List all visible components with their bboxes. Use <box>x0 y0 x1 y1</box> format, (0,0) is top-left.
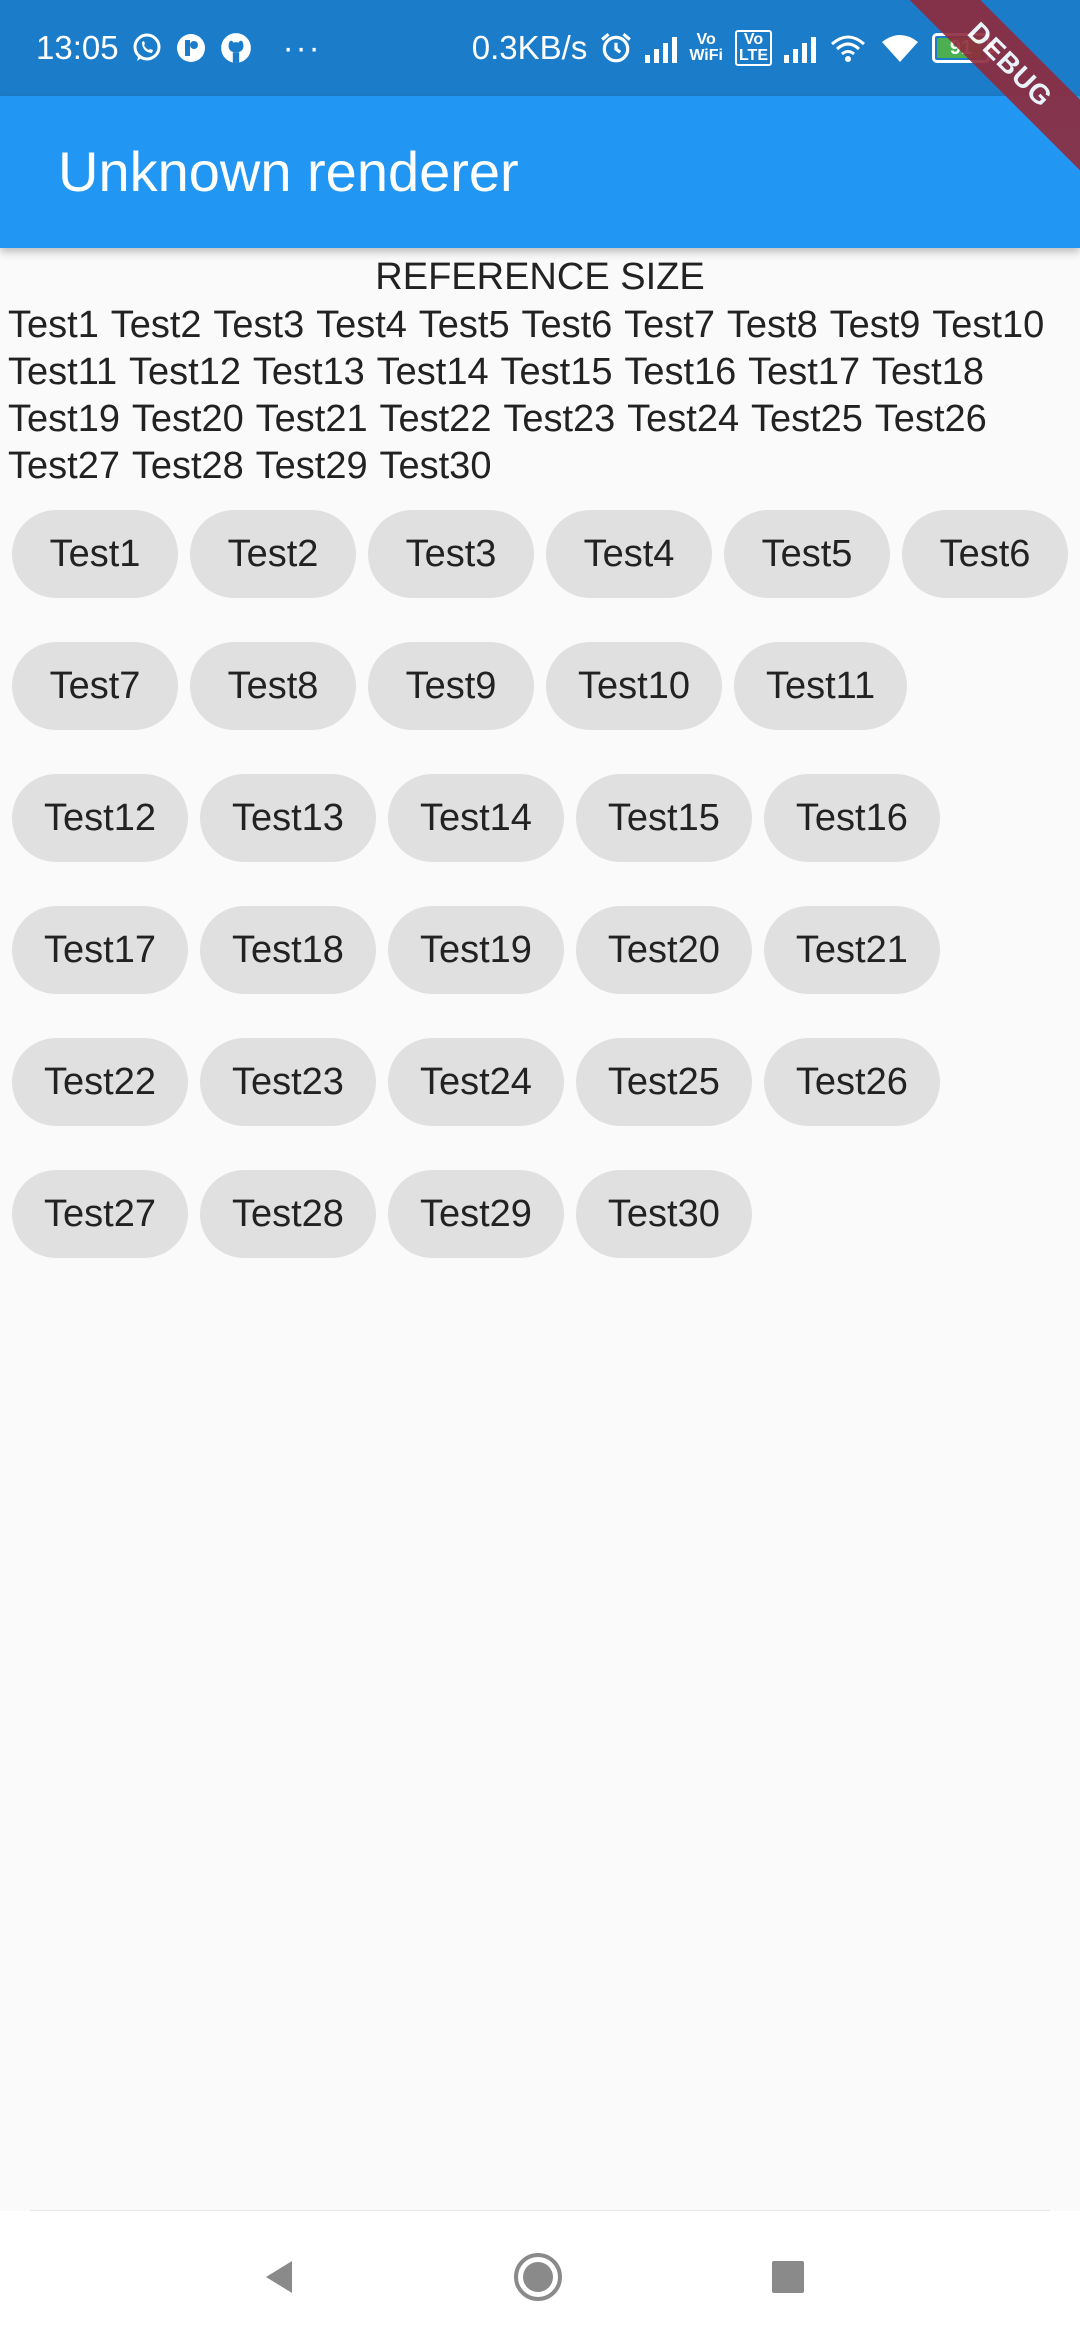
chip[interactable]: Test1 <box>12 510 178 598</box>
chip[interactable]: Test8 <box>190 642 356 730</box>
network-speed: 0.3KB/s <box>471 29 588 66</box>
chip[interactable]: Test11 <box>733 642 908 730</box>
vowifi-bottom: WiFi <box>689 47 723 64</box>
chip[interactable]: Test15 <box>575 774 752 862</box>
whatsapp-icon <box>131 32 163 64</box>
status-bar: 13:05 ··· 0.3KB/s Vo WiFi Vo LTE <box>0 0 1080 96</box>
chip[interactable]: Test2 <box>190 510 356 598</box>
chip[interactable]: Test13 <box>199 774 376 862</box>
status-time: 13:05 <box>36 29 119 66</box>
reference-title: REFERENCE SIZE <box>375 256 705 298</box>
volte-bottom: LTE <box>738 47 768 64</box>
chip[interactable]: Test12 <box>12 774 188 862</box>
more-notifications: ··· <box>282 29 322 66</box>
chip[interactable]: Test25 <box>575 1038 752 1126</box>
alarm-icon <box>599 31 633 65</box>
app-bar: Unknown renderer <box>0 96 1080 248</box>
chip[interactable]: Test29 <box>387 1170 564 1258</box>
status-right: 0.3KB/s Vo WiFi Vo LTE <box>471 24 995 72</box>
chip[interactable]: Test21 <box>763 906 940 994</box>
chip[interactable]: Test28 <box>199 1170 376 1258</box>
navigation-bar <box>0 2211 1080 2340</box>
chip[interactable]: Test14 <box>387 774 564 862</box>
vowifi-indicator: Vo WiFi <box>689 32 723 64</box>
volte-indicator: Vo LTE <box>734 30 772 66</box>
status-left: 13:05 ··· <box>36 24 322 72</box>
chip[interactable]: Test3 <box>368 510 534 598</box>
wifi-icon <box>880 32 920 64</box>
chip[interactable]: Test4 <box>546 510 712 598</box>
chip[interactable]: Test10 <box>546 642 722 730</box>
chip[interactable]: Test5 <box>724 510 890 598</box>
chip[interactable]: Test18 <box>199 906 376 994</box>
chip[interactable]: Test27 <box>12 1170 188 1258</box>
chip[interactable]: Test6 <box>902 510 1068 598</box>
chip[interactable]: Test23 <box>199 1038 376 1126</box>
signal-icon-2 <box>784 33 816 63</box>
signal-icon <box>645 33 678 63</box>
chip[interactable]: Test16 <box>763 774 940 862</box>
chip-list: Test1 Test2 Test3 Test4 Test5 Test6 Test7 Test8… <box>0 510 1080 1258</box>
page-title: Unknown renderer <box>58 140 519 203</box>
chip[interactable]: Test24 <box>387 1038 564 1126</box>
chip[interactable]: Test20 <box>575 906 752 994</box>
chip[interactable]: Test30 <box>575 1170 752 1258</box>
chip[interactable]: Test19 <box>387 906 564 994</box>
app-icon <box>175 32 207 64</box>
screen: 13:05 ··· 0.3KB/s Vo WiFi Vo LTE DEBUG U… <box>0 0 1080 2340</box>
wifi-calling-icon <box>828 32 868 64</box>
chip[interactable]: Test9 <box>368 642 534 730</box>
chip[interactable]: Test26 <box>763 1038 940 1126</box>
chip[interactable]: Test7 <box>12 642 178 730</box>
chip[interactable]: Test17 <box>12 906 188 994</box>
content: REFERENCE SIZE Test1 Test2 Test3 Test4 T… <box>0 248 1080 1258</box>
volte-top: Vo <box>743 31 764 48</box>
chip[interactable]: Test22 <box>12 1038 188 1126</box>
back-icon[interactable] <box>250 2247 310 2307</box>
github-icon <box>219 31 253 65</box>
recents-icon[interactable] <box>758 2247 818 2307</box>
reference-text: Test1 Test2 Test3 Test4 Test5 Test6 Test… <box>8 304 1045 487</box>
home-icon[interactable] <box>508 2247 568 2307</box>
vowifi-top: Vo <box>696 31 716 48</box>
